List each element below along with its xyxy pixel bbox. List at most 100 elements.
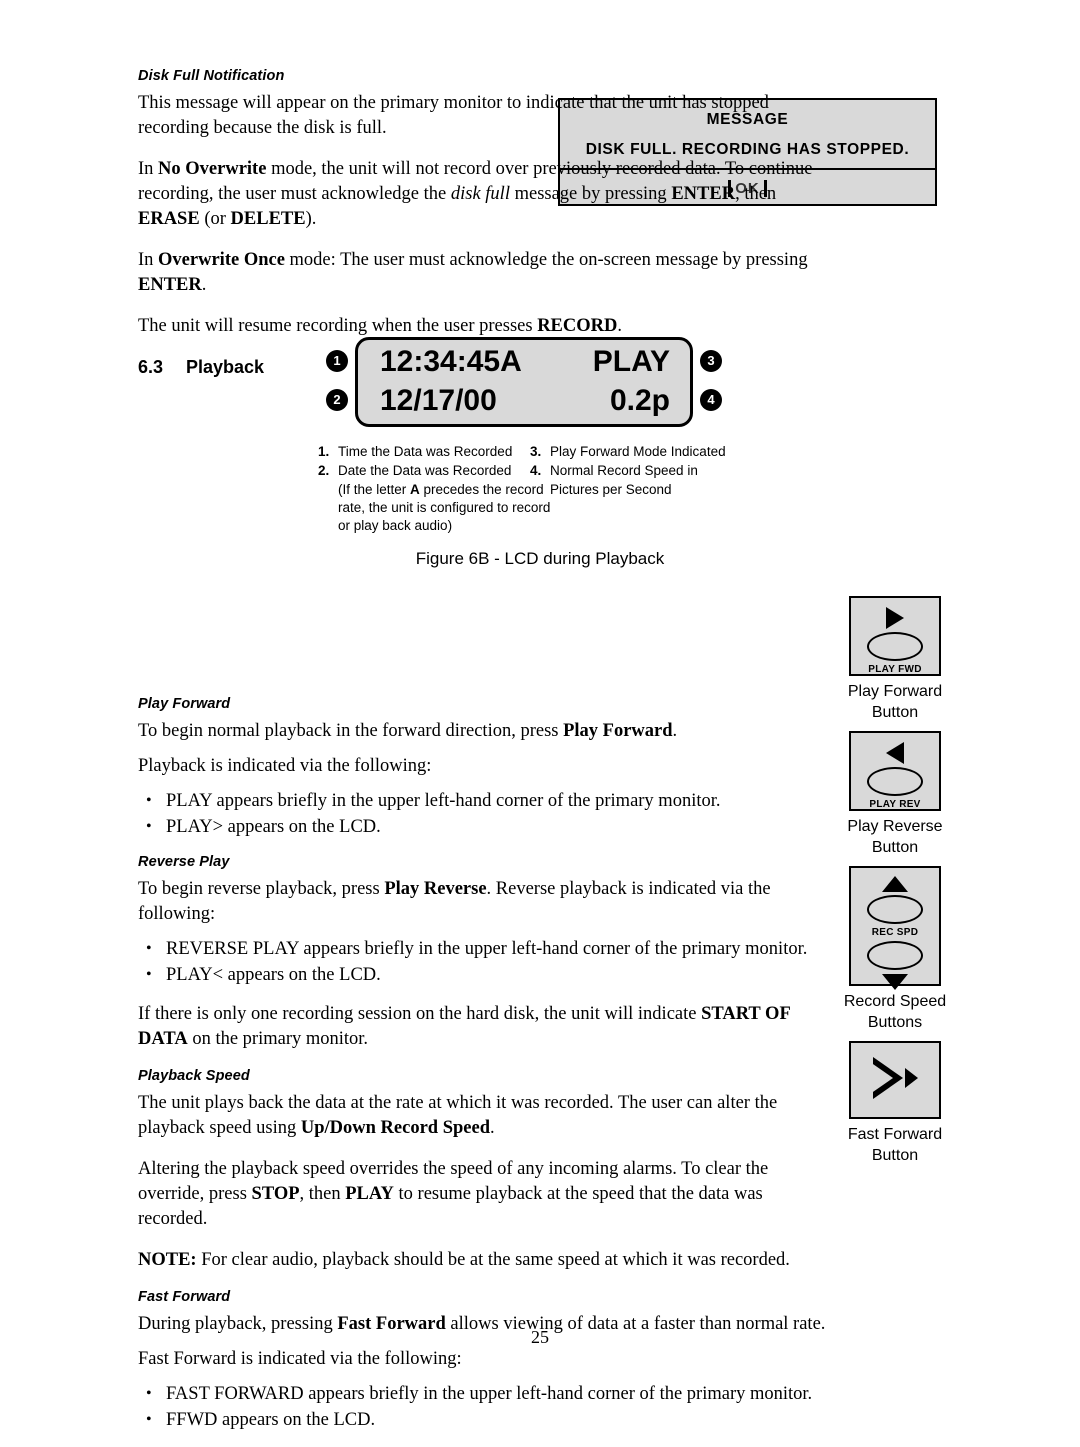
record-speed-button-caption: Record Speed Buttons	[820, 991, 970, 1033]
caption-line-2: Buttons	[867, 1014, 923, 1031]
list-fast-forward-indicators: FAST FORWARD appears briefly in the uppe…	[138, 1381, 828, 1433]
heading-playback-speed: Playback Speed	[138, 1068, 250, 1084]
caption-line-2: Button	[871, 839, 919, 856]
figure-caption: Figure 6B - LCD during Playback	[415, 549, 665, 568]
text-play-forward: Play Forward	[563, 721, 673, 741]
paragraph-reverse-play-1: To begin reverse playback, press Play Re…	[138, 877, 828, 927]
text-enter: ENTER	[138, 275, 202, 295]
heading-reverse-play: Reverse Play	[138, 854, 230, 870]
fast-forward-key[interactable]	[849, 1041, 941, 1119]
play-forward-icon	[886, 607, 904, 629]
paragraph-overwrite-once: In Overwrite Once mode: The user must ac…	[138, 248, 828, 298]
legend-item-number: 3.	[530, 444, 542, 459]
text-c: mode: The user must acknowledge the on-s…	[284, 250, 808, 270]
caption-line-1: Fast Forward	[847, 1126, 943, 1143]
lcd-row-bottom: 12/17/00 0.2p	[358, 384, 690, 424]
legend-item: 1. Time the Data was Recorded	[318, 443, 558, 461]
paragraph-playback-speed-1: The unit plays back the data at the rate…	[138, 1091, 828, 1141]
text-i: (or	[199, 209, 231, 229]
paragraph-fast-forward-2: Fast Forward is indicated via the follow…	[138, 1349, 462, 1369]
text-play: PLAY	[345, 1184, 394, 1204]
legend-item-note: Pictures per Second	[550, 482, 672, 497]
section-number: 6.3	[138, 357, 164, 377]
paragraph-resume-recording: The unit will resume recording when the …	[138, 314, 828, 339]
lcd-mode-value: PLAY	[592, 345, 670, 378]
fast-forward-triangle-small	[904, 1068, 918, 1088]
legend-item-text: Normal Record Speed in	[550, 463, 698, 478]
legend-right-column: 3. Play Forward Mode Indicated 4. Normal R…	[530, 443, 790, 499]
text-e: message by pressing	[509, 184, 672, 204]
play-forward-button-caption: Play Forward Button	[820, 681, 970, 723]
play-reverse-key[interactable]: PLAY REV	[849, 731, 941, 811]
record-speed-key-label: REC SPD	[871, 927, 919, 938]
play-forward-key[interactable]: PLAY FWD	[849, 596, 941, 676]
text-note-label: NOTE:	[138, 1250, 197, 1270]
text-letter-a: A	[410, 482, 420, 497]
text-record: RECORD	[537, 316, 618, 336]
caption-line-1: Play Reverse	[847, 818, 943, 835]
manual-page: MESSAGE DISK FULL. RECORDING HAS STOPPED…	[0, 0, 1080, 1432]
record-speed-down-icon	[882, 974, 908, 990]
text-a: To begin reverse playback, press	[138, 879, 385, 899]
main-text-column: Disk Full Notification This message will…	[138, 68, 828, 1447]
text-a: The unit will resume recording when the …	[138, 316, 538, 336]
list-play-forward-indicators: PLAY appears briefly in the upper left-h…	[138, 788, 828, 840]
record-speed-up-icon	[882, 876, 908, 892]
text-e: .	[201, 275, 207, 295]
legend-item: 2. Date the Data was Recorded	[318, 462, 558, 480]
lcd-display: 12:34:45A PLAY 12/17/00 0.2p	[355, 337, 693, 427]
text-a: In	[138, 250, 159, 270]
lcd-speed-value: 0.2p	[609, 384, 670, 417]
fast-forward-button-caption: Fast Forward Button	[820, 1124, 970, 1166]
text-erase: ERASE	[138, 209, 200, 229]
text-c: on the primary monitor.	[187, 1029, 369, 1049]
list-reverse-play-indicators: REVERSE PLAY appears briefly in the uppe…	[138, 936, 828, 988]
fast-forward-icon	[851, 1043, 939, 1113]
paragraph-play-forward-2: Playback is indicated via the following:	[138, 756, 432, 776]
list-item: FAST FORWARD appears briefly in the uppe…	[138, 1381, 828, 1407]
legend-item-text: Time the Data was Recorded	[338, 444, 513, 459]
callout-1: 1	[326, 350, 348, 372]
caption-line-2: Button	[871, 1147, 919, 1164]
legend-item: 3. Play Forward Mode Indicated	[530, 443, 790, 461]
text-up-down-record-speed: Up/Down Record Speed	[300, 1118, 490, 1138]
key-ellipse	[867, 632, 923, 661]
text-k: ).	[305, 209, 317, 229]
lcd-row-top: 12:34:45A PLAY	[358, 345, 690, 385]
text-a: (If the letter	[338, 482, 411, 497]
legend-item: 4. Normal Record Speed in	[530, 462, 790, 480]
paragraph-play-forward-1: To begin normal playback in the forward …	[138, 719, 828, 744]
legend-item-note: (If the letter A precedes the record rat…	[318, 481, 558, 535]
caption-line-1: Record Speed	[843, 993, 947, 1010]
text-c: , then	[299, 1184, 346, 1204]
text-c: .	[490, 1118, 495, 1138]
heading-fast-forward: Fast Forward	[138, 1289, 231, 1305]
paragraph-playback-speed-2: Altering the playback speed overrides th…	[138, 1157, 828, 1232]
button-illustration-panel: PLAY FWD Play Forward Button PLAY REV Pl…	[820, 596, 970, 1174]
paragraph-note: NOTE: For clear audio, playback should b…	[138, 1248, 828, 1273]
list-item: PLAY< appears on the LCD.	[138, 962, 828, 988]
caption-line-1: Play Forward	[847, 683, 943, 700]
text-enter: ENTER	[671, 184, 736, 204]
fast-forward-triangle-outline	[869, 1057, 903, 1099]
legend-item-text: Play Forward Mode Indicated	[550, 444, 726, 459]
text-a: If there is only one recording session o…	[138, 1004, 702, 1024]
lcd-date-value: 12/17/00	[380, 384, 497, 417]
text-no-overwrite: No Overwrite	[158, 159, 267, 179]
heading-play-forward: Play Forward	[138, 696, 231, 712]
text-overwrite-once: Overwrite Once	[158, 250, 285, 270]
legend-item-text: Date the Data was Recorded	[338, 463, 512, 478]
caption-line-2: Button	[871, 704, 919, 721]
legend-item-number: 2.	[318, 463, 330, 478]
text-delete: DELETE	[230, 209, 306, 229]
legend-item-number: 1.	[318, 444, 330, 459]
lcd-time-value: 12:34:45A	[380, 345, 522, 378]
callout-2: 2	[326, 389, 348, 411]
key-ellipse-up	[867, 895, 923, 924]
heading-disk-full-notification: Disk Full Notification	[138, 68, 285, 84]
record-speed-keys[interactable]: REC SPD	[849, 866, 941, 990]
paragraph-disk-full-1: This message will appear on the primary …	[138, 93, 769, 138]
text-a: To begin normal playback in the forward …	[138, 721, 564, 741]
play-reverse-key-label: PLAY REV	[869, 799, 921, 810]
legend-item-number: 4.	[530, 463, 542, 478]
